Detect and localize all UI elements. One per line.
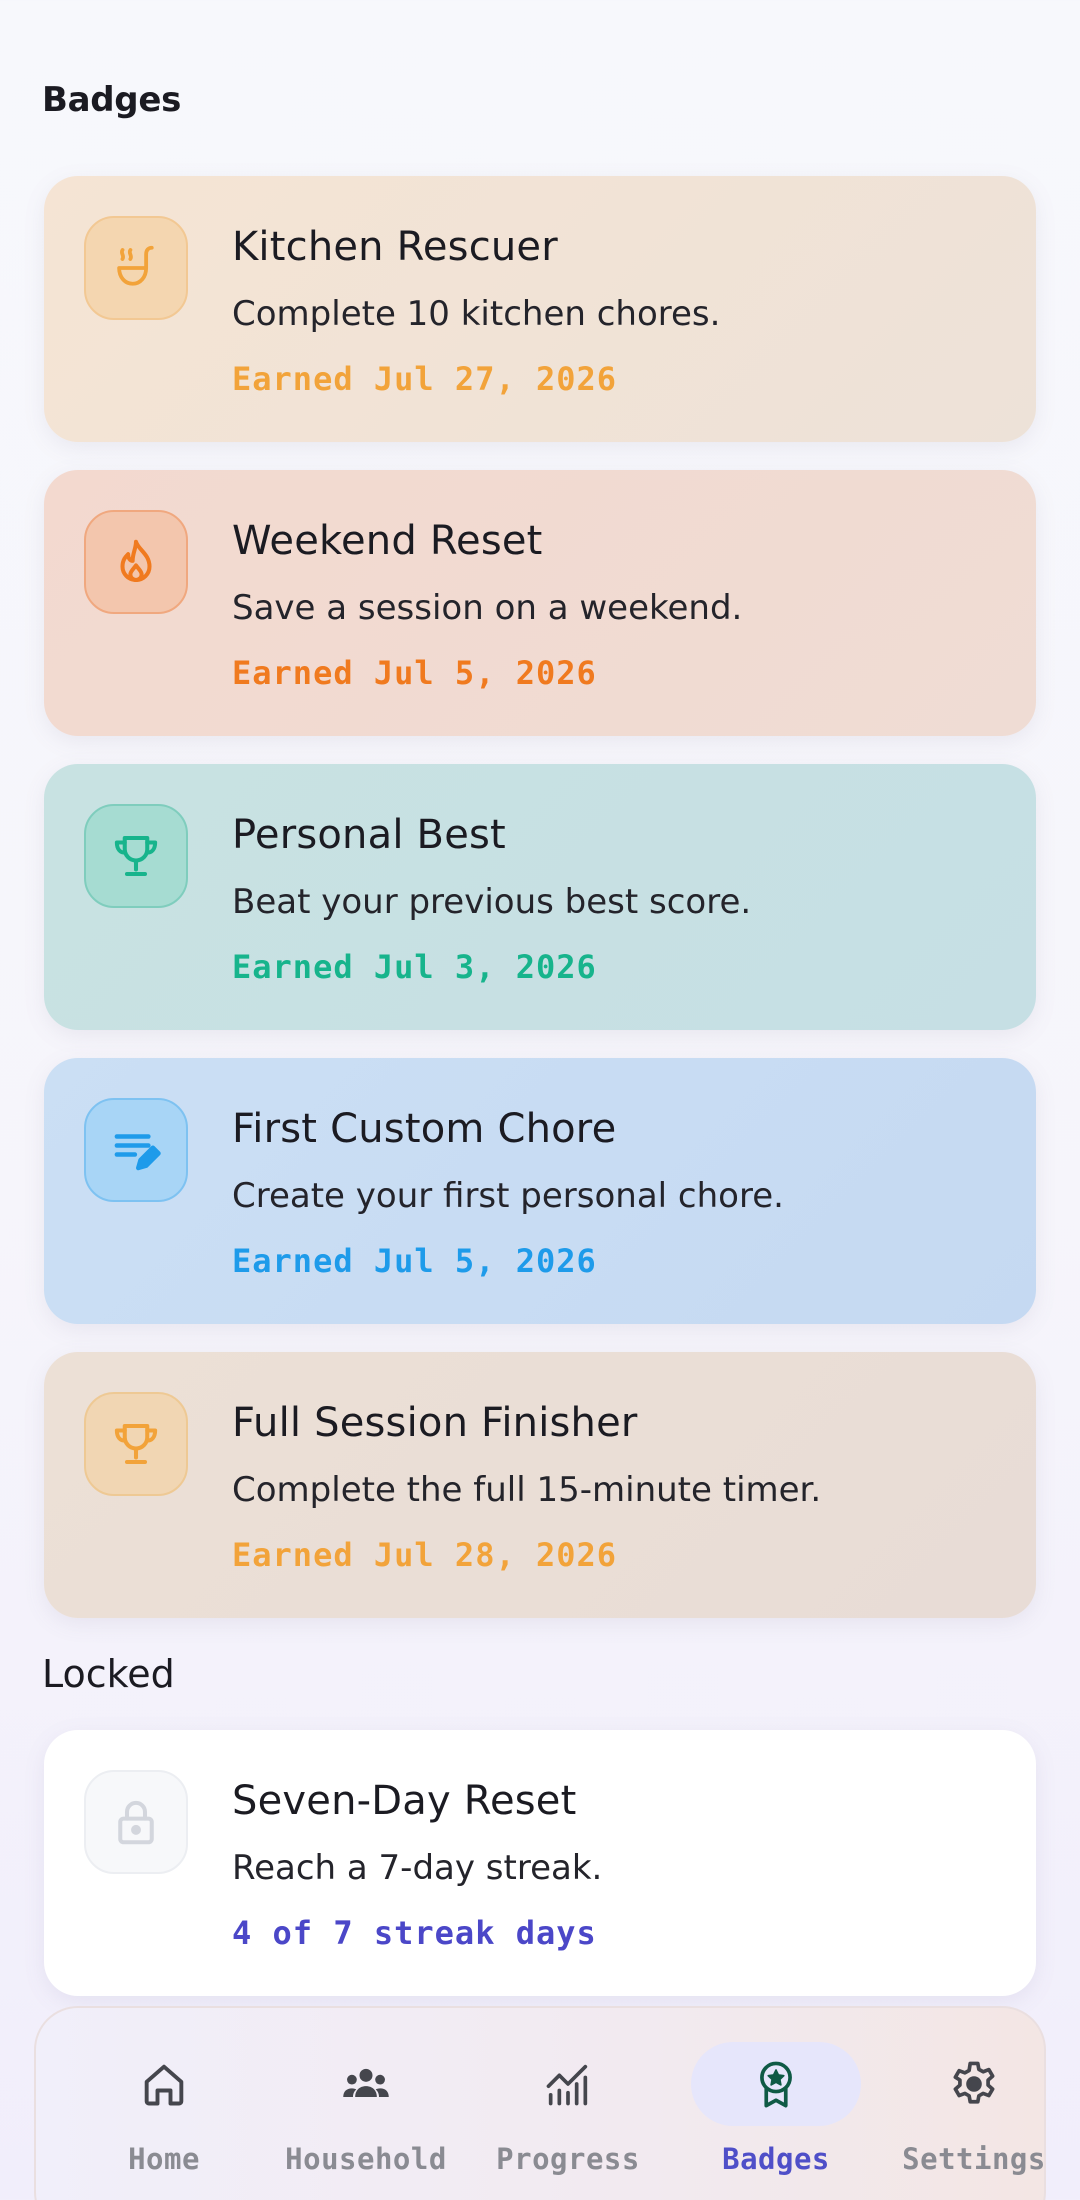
badge-card-personal-best[interactable]: Personal Best Beat your previous best sc… [44, 764, 1036, 1030]
badge-description: Create your first personal chore. [232, 1176, 784, 1216]
nav-label: Badges [722, 2142, 830, 2176]
badge-earned-date: Earned Jul 28, 2026 [232, 1536, 618, 1574]
home-icon [79, 2042, 249, 2126]
badge-card-seven-day-reset[interactable]: Seven-Day Reset Reach a 7-day streak. 4 … [44, 1730, 1036, 1996]
badge-earned-date: Earned Jul 5, 2026 [232, 1242, 597, 1280]
trophy-icon [84, 804, 188, 908]
nav-item-household[interactable]: Household [266, 2008, 466, 2200]
people-icon [281, 2042, 451, 2126]
locked-section-title: Locked [42, 1652, 175, 1696]
edit-list-icon [84, 1098, 188, 1202]
nav-item-home[interactable]: Home [64, 2008, 264, 2200]
page-title: Badges [42, 80, 182, 120]
badge-title: Personal Best [232, 812, 506, 858]
nav-label: Progress [496, 2142, 640, 2176]
nav-item-progress[interactable]: Progress [468, 2008, 668, 2200]
badge-title: Kitchen Rescuer [232, 224, 558, 270]
badge-card-full-session-finisher[interactable]: Full Session Finisher Complete the full … [44, 1352, 1036, 1618]
badge-title: First Custom Chore [232, 1106, 617, 1152]
badge-description: Reach a 7-day streak. [232, 1848, 603, 1888]
badge-icon [691, 2042, 861, 2126]
badge-earned-date: Earned Jul 5, 2026 [232, 654, 597, 692]
badge-progress: 4 of 7 streak days [232, 1914, 597, 1952]
badge-card-first-custom-chore[interactable]: First Custom Chore Create your first per… [44, 1058, 1036, 1324]
badge-title: Full Session Finisher [232, 1400, 638, 1446]
chart-icon [483, 2042, 653, 2126]
badge-earned-date: Earned Jul 27, 2026 [232, 360, 618, 398]
nav-label: Household [285, 2142, 447, 2176]
badge-description: Complete the full 15-minute timer. [232, 1470, 822, 1510]
badge-earned-date: Earned Jul 3, 2026 [232, 948, 597, 986]
bottom-navigation: Home Household Progress Badges Settings [34, 2006, 1046, 2200]
badge-description: Save a session on a weekend. [232, 588, 743, 628]
lock-icon [84, 1770, 188, 1874]
trophy-icon [84, 1392, 188, 1496]
badge-title: Seven-Day Reset [232, 1778, 577, 1824]
nav-label: Home [128, 2142, 200, 2176]
badge-description: Complete 10 kitchen chores. [232, 294, 721, 334]
badge-card-weekend-reset[interactable]: Weekend Reset Save a session on a weeken… [44, 470, 1036, 736]
badge-title: Weekend Reset [232, 518, 543, 564]
gear-icon [889, 2042, 1059, 2126]
nav-item-settings[interactable]: Settings [874, 2008, 1074, 2200]
badge-description: Beat your previous best score. [232, 882, 752, 922]
ladle-steam-icon [84, 216, 188, 320]
flame-icon [84, 510, 188, 614]
badge-card-kitchen-rescuer[interactable]: Kitchen Rescuer Complete 10 kitchen chor… [44, 176, 1036, 442]
nav-label: Settings [902, 2142, 1046, 2176]
nav-item-badges[interactable]: Badges [676, 2008, 876, 2200]
